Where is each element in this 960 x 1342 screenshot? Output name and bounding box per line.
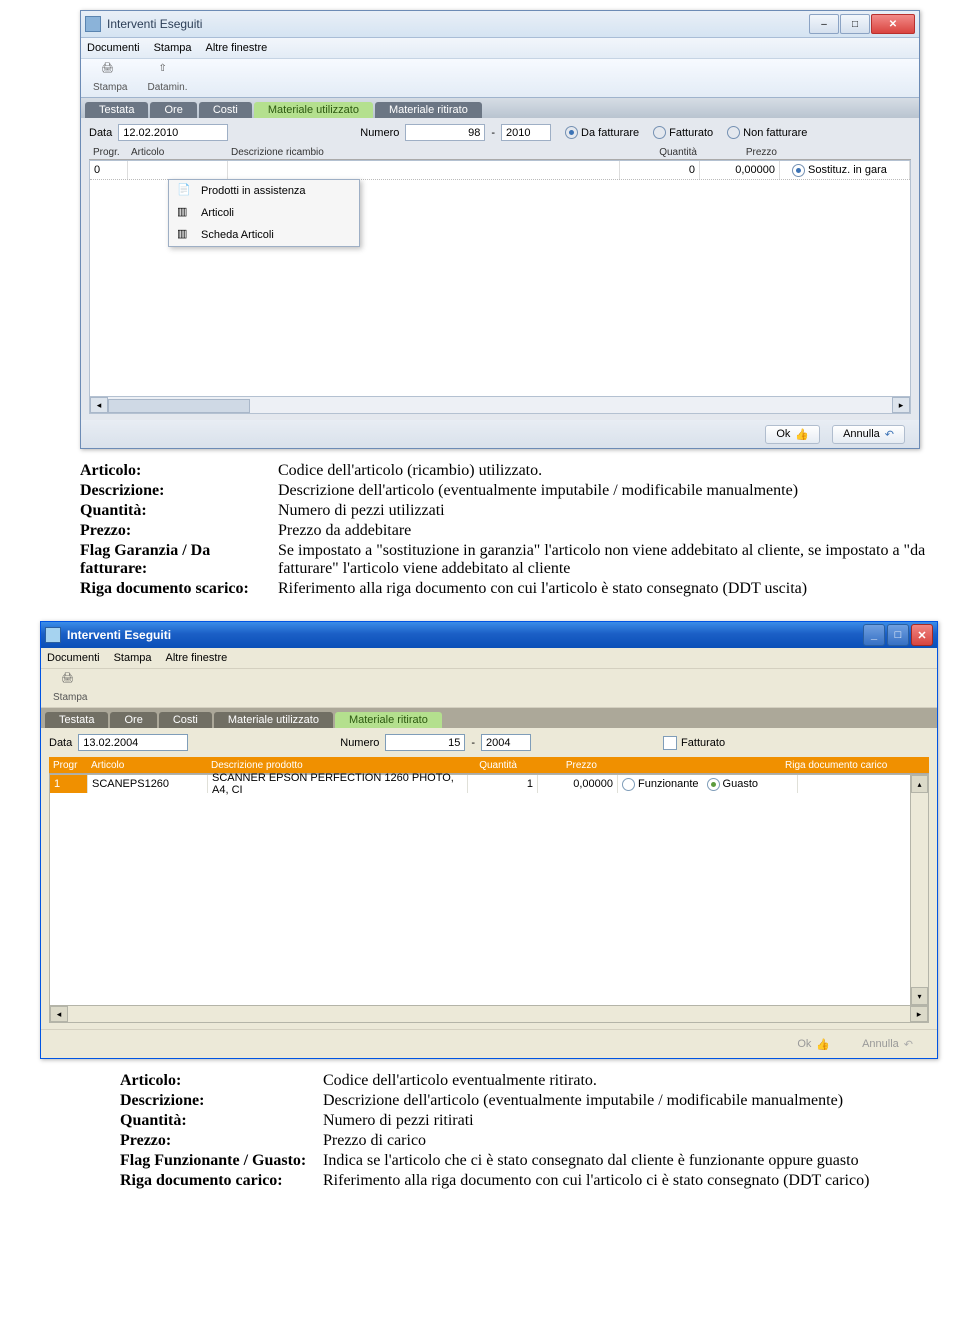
ctx-articoli[interactable]: ▥Articoli (169, 202, 359, 224)
vertical-scrollbar[interactable]: ▴ ▾ (910, 775, 928, 1005)
data-label: Data (89, 127, 112, 139)
radio-sostituz[interactable]: Sostituz. in gara (792, 164, 887, 177)
tab-testata[interactable]: Testata (85, 102, 148, 118)
menu-altre-finestre[interactable]: Altre finestre (206, 42, 268, 54)
screenshot1: Interventi Eseguiti – □ ✕ Documenti Stam… (80, 10, 920, 449)
tab-costi[interactable]: Costi (159, 712, 212, 728)
printer-icon: 🖨 (101, 63, 119, 81)
datamin-icon: ⇧ (158, 63, 176, 81)
grid-header: Progr. Articolo Descrizione ricambio Qua… (89, 147, 911, 160)
dialog-footer: Ok👍 Annulla↶ (41, 1029, 937, 1058)
numero-label: Numero (340, 737, 379, 749)
tab-materiale-ritirato[interactable]: Materiale ritirato (335, 712, 442, 728)
tab-materiale-utilizzato[interactable]: Materiale utilizzato (214, 712, 333, 728)
tab-ore[interactable]: Ore (150, 102, 196, 118)
horizontal-scrollbar[interactable]: ◂ ▸ (49, 1006, 929, 1023)
dialog-footer: Ok👍 Annulla↶ (81, 420, 919, 448)
tab-ore[interactable]: Ore (110, 712, 156, 728)
minimize-button[interactable]: – (809, 14, 839, 34)
radio-fatturato[interactable]: Fatturato (653, 126, 713, 139)
tab-materiale-utilizzato[interactable]: Materiale utilizzato (254, 102, 373, 118)
ctx-prodotti-assistenza[interactable]: 📄Prodotti in assistenza (169, 180, 359, 202)
scroll-right-button[interactable]: ▸ (892, 397, 910, 413)
maximize-button[interactable]: □ (887, 624, 909, 646)
annulla-button[interactable]: Annulla↶ (852, 1036, 923, 1053)
window-title: Interventi Eseguiti (67, 628, 863, 642)
app-icon (45, 627, 61, 643)
scroll-thumb[interactable] (108, 399, 250, 413)
window-title: Interventi Eseguiti (107, 17, 809, 31)
scroll-up-button[interactable]: ▴ (911, 775, 928, 793)
toolbar: 🖨Stampa ⇧Datamin. (81, 59, 919, 98)
menubar: Documenti Stampa Altre finestre (81, 38, 919, 59)
data-label: Data (49, 737, 72, 749)
app-icon (85, 16, 101, 32)
tool-stampa[interactable]: 🖨Stampa (47, 673, 93, 703)
scroll-down-button[interactable]: ▾ (911, 987, 928, 1005)
menu-documenti[interactable]: Documenti (47, 652, 100, 664)
numero-label: Numero (360, 127, 399, 139)
definitions-2: Articolo:Codice dell'articolo eventualme… (120, 1071, 869, 1191)
menu-documenti[interactable]: Documenti (87, 42, 140, 54)
close-button[interactable]: ✕ (911, 624, 933, 646)
tab-materiale-ritirato[interactable]: Materiale ritirato (375, 102, 482, 118)
tabs: Testata Ore Costi Materiale utilizzato M… (81, 98, 919, 118)
barcode-icon: ▥ (177, 227, 193, 243)
ok-button[interactable]: Ok👍 (765, 425, 820, 444)
anno-input[interactable] (481, 734, 531, 751)
maximize-button[interactable]: □ (840, 14, 870, 34)
grid-header: Progr Articolo Descrizione prodotto Quan… (49, 757, 929, 774)
radio-guasto[interactable]: Guasto (707, 778, 758, 791)
radio-non-fatturare[interactable]: Non fatturare (727, 126, 807, 139)
grid-row[interactable]: 1 SCANEPS1260 SCANNER EPSON PERFECTION 1… (50, 775, 928, 793)
menu-stampa[interactable]: Stampa (114, 652, 152, 664)
numero-input[interactable] (385, 734, 465, 751)
close-button[interactable]: ✕ (871, 14, 915, 34)
scroll-left-button[interactable]: ◂ (90, 397, 108, 413)
printer-icon: 🖨 (61, 673, 79, 691)
thumbs-up-icon: 👍 (816, 1038, 830, 1051)
undo-icon: ↶ (885, 428, 894, 441)
radio-da-fatturare[interactable]: Da fatturare (565, 126, 639, 139)
menubar: Documenti Stampa Altre finestre (41, 648, 937, 669)
anno-input[interactable] (501, 124, 551, 141)
thumbs-up-icon: 👍 (795, 428, 809, 441)
articolo-cell[interactable] (132, 162, 223, 178)
minimize-button[interactable]: _ (863, 624, 885, 646)
titlebar: Interventi Eseguiti – □ ✕ (81, 11, 919, 38)
grid-body: 1 SCANEPS1260 SCANNER EPSON PERFECTION 1… (49, 774, 929, 1006)
ok-button[interactable]: Ok👍 (787, 1036, 840, 1053)
titlebar: Interventi Eseguiti _ □ ✕ (41, 622, 937, 648)
data-input[interactable] (78, 734, 188, 751)
tabs: Testata Ore Costi Materiale utilizzato M… (41, 708, 937, 728)
horizontal-scrollbar[interactable]: ◂ ▸ (89, 397, 911, 414)
chk-fatturato[interactable]: Fatturato (663, 736, 725, 750)
context-menu: 📄Prodotti in assistenza ▥Articoli ▥Sched… (168, 179, 360, 247)
scroll-right-button[interactable]: ▸ (910, 1006, 928, 1022)
barcode-icon: ▥ (177, 205, 193, 221)
tab-testata[interactable]: Testata (45, 712, 108, 728)
menu-stampa[interactable]: Stampa (154, 42, 192, 54)
menu-altre-finestre[interactable]: Altre finestre (166, 652, 228, 664)
tool-datamin[interactable]: ⇧Datamin. (141, 63, 193, 93)
toolbar: 🖨Stampa (41, 669, 937, 708)
grid-body: 0 0 0,00000 Sostituz. in gara 📄Prodotti … (89, 160, 911, 397)
tab-costi[interactable]: Costi (199, 102, 252, 118)
numero-input[interactable] (405, 124, 485, 141)
definitions-1: Articolo:Codice dell'articolo (ricambio)… (80, 461, 940, 599)
data-input[interactable] (118, 124, 228, 141)
ctx-scheda-articoli[interactable]: ▥Scheda Articoli (169, 224, 359, 246)
grid-row[interactable]: 0 0 0,00000 Sostituz. in gara (90, 161, 910, 180)
tool-stampa[interactable]: 🖨Stampa (87, 63, 133, 93)
scroll-left-button[interactable]: ◂ (50, 1006, 68, 1022)
undo-icon: ↶ (904, 1038, 913, 1051)
screenshot2: Interventi Eseguiti _ □ ✕ Documenti Stam… (40, 621, 938, 1059)
doc-icon: 📄 (177, 183, 193, 199)
annulla-button[interactable]: Annulla↶ (832, 425, 905, 444)
radio-funzionante[interactable]: Funzionante (622, 778, 699, 791)
